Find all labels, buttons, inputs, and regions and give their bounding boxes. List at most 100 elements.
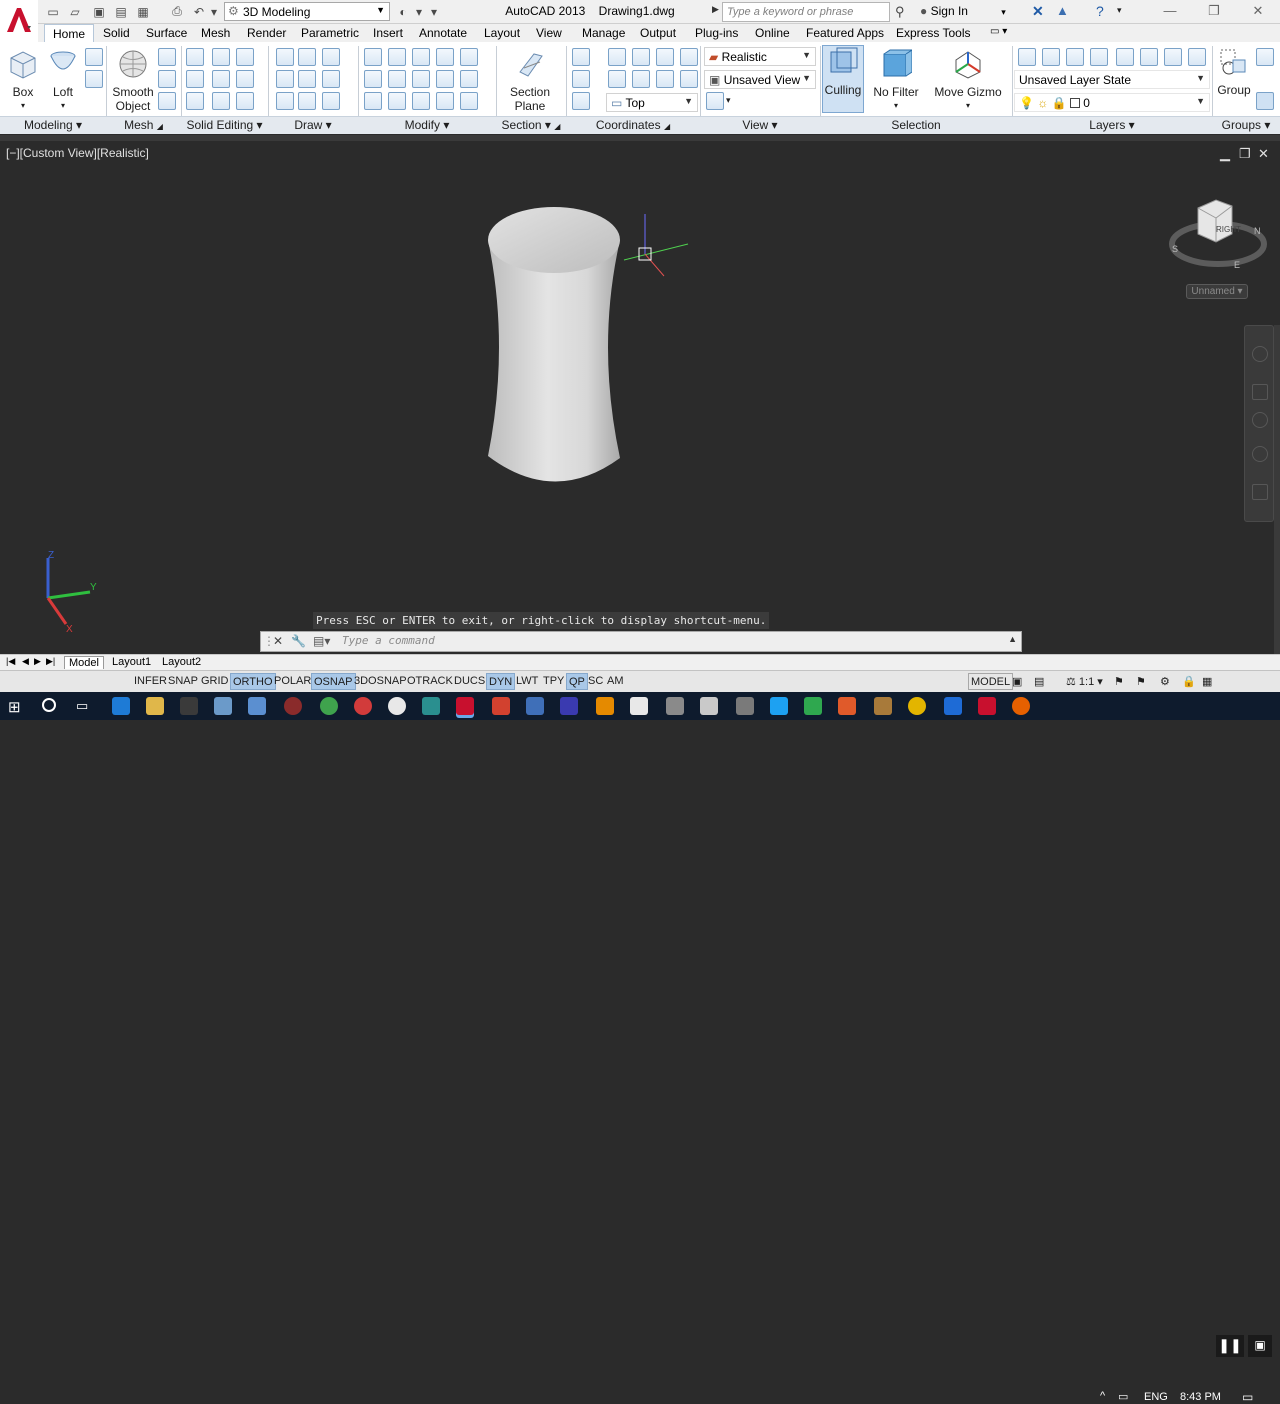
plot-icon[interactable]: ⎙ — [168, 3, 186, 20]
group-selection-icon[interactable] — [1256, 92, 1274, 110]
toggle-osnap[interactable]: OSNAP — [311, 673, 356, 690]
layer-state-select[interactable]: Unsaved Layer State ▼ — [1014, 70, 1210, 89]
zoom-icon[interactable] — [1252, 412, 1268, 428]
loft-button[interactable]: Loft ▾ — [44, 48, 82, 113]
offset-edges-icon[interactable] — [236, 70, 254, 88]
autocad-taskbar-icon[interactable] — [978, 697, 996, 715]
extract-edges-icon[interactable] — [236, 48, 254, 66]
cortana-icon[interactable] — [42, 698, 56, 712]
group-button[interactable]: Group — [1216, 48, 1252, 97]
taskbar-app-icon[interactable] — [248, 697, 266, 715]
tab-parametric[interactable]: Parametric — [301, 24, 359, 42]
smooth-more-icon[interactable] — [158, 48, 176, 66]
orbit-icon[interactable] — [1252, 446, 1268, 462]
scale-icon[interactable] — [436, 70, 454, 88]
ucs-menu[interactable]: Unnamed ▾ — [1186, 284, 1248, 299]
toggle-3dosnap[interactable]: 3DOSNAP — [352, 673, 409, 690]
close-icon[interactable]: ✕ — [1246, 3, 1270, 21]
taskbar-app-icon[interactable] — [526, 697, 544, 715]
quick-view-drawings-icon[interactable]: ▤ — [1032, 673, 1046, 690]
workspace-switching-icon[interactable]: ⚙ — [1158, 673, 1172, 690]
tab-plug-ins[interactable]: Plug-ins — [695, 24, 738, 42]
arc-icon[interactable] — [322, 48, 340, 66]
move-icon[interactable] — [412, 48, 430, 66]
task-view-icon[interactable]: ▭ — [76, 698, 88, 714]
taskbar-app-icon[interactable] — [666, 697, 684, 715]
copy-icon[interactable] — [436, 92, 454, 110]
subtract-icon[interactable] — [186, 70, 204, 88]
viewport-minimize-icon[interactable]: ▁ — [1220, 146, 1230, 162]
restore-icon[interactable]: ❐ — [1202, 3, 1226, 21]
close-icon[interactable]: ✕ — [273, 634, 283, 648]
array-icon[interactable] — [460, 92, 478, 110]
toolbar-lock-icon[interactable]: 🔒 — [1180, 673, 1198, 690]
search-input[interactable]: Type a keyword or phrase — [722, 2, 890, 22]
viewport-config-icon[interactable] — [706, 92, 724, 110]
annotation-scale[interactable]: ⚖ 1:1 ▾ — [1064, 673, 1105, 690]
customize-qat-icon[interactable]: ▾ — [425, 3, 443, 20]
panel-title-coordinates[interactable]: Coordinates ◢ — [566, 118, 700, 132]
save-as-icon[interactable]: ▤ — [112, 3, 130, 20]
panel-title-layers[interactable]: Layers ▾ — [1012, 118, 1212, 132]
steering-wheel-icon[interactable] — [1252, 346, 1268, 362]
trim-icon[interactable] — [460, 48, 478, 66]
auto-scale-icon[interactable]: ⚑ — [1134, 673, 1148, 690]
search-expand-icon[interactable]: ▶ — [712, 4, 719, 15]
ucs-zaxis-icon[interactable] — [680, 70, 698, 88]
clean-screen-icon[interactable]: ▣ — [1248, 1335, 1272, 1357]
toggle-ortho[interactable]: ORTHO — [230, 673, 276, 690]
tab-surface[interactable]: Surface — [146, 24, 187, 42]
panel-title-view[interactable]: View ▾ — [700, 118, 820, 132]
hyperboloid-solid[interactable] — [470, 196, 640, 500]
spline-icon[interactable] — [276, 70, 294, 88]
tab-annotate[interactable]: Annotate — [419, 24, 467, 42]
toggle-polar[interactable]: POLAR — [272, 673, 313, 690]
help-icon[interactable]: ? — [1096, 3, 1104, 19]
tab-insert[interactable]: Insert — [373, 24, 403, 42]
pause-icon[interactable]: ❚❚ — [1216, 1335, 1244, 1357]
toggle-qp[interactable]: QP — [566, 673, 588, 690]
ellipse-icon[interactable] — [322, 92, 340, 110]
windows-start-icon[interactable]: ⊞ — [8, 698, 21, 716]
rotate-icon[interactable] — [412, 70, 430, 88]
toggle-am[interactable]: AM — [605, 673, 626, 690]
last-layout-icon[interactable]: ▶| — [42, 656, 59, 667]
taskbar-app-icon[interactable] — [736, 697, 754, 715]
new-file-icon[interactable]: ▭ — [44, 3, 62, 20]
twitter-icon[interactable] — [770, 697, 788, 715]
showmotion-icon[interactable] — [1252, 484, 1268, 500]
taskbar-app-icon[interactable] — [422, 697, 440, 715]
taskbar-app-icon[interactable] — [320, 697, 338, 715]
taskbar-app-icon[interactable] — [388, 697, 406, 715]
notifications-icon[interactable]: ▭ — [1242, 1390, 1253, 1404]
tab-render[interactable]: Render — [247, 24, 286, 42]
stretch-icon[interactable] — [412, 92, 430, 110]
quick-view-layouts-icon[interactable]: ▣ — [1010, 673, 1024, 690]
ucs-y-icon[interactable] — [656, 48, 674, 66]
culling-button[interactable]: Culling — [822, 45, 864, 113]
line-icon[interactable] — [276, 48, 294, 66]
section-plane-button[interactable]: Section Plane — [504, 48, 556, 113]
layer-properties-icon[interactable] — [1018, 48, 1036, 66]
intersect-icon[interactable] — [186, 92, 204, 110]
layer-isolate-icon[interactable] — [1066, 48, 1084, 66]
3d-array-icon[interactable] — [388, 70, 406, 88]
layer-lock-icon[interactable] — [1140, 48, 1158, 66]
refine-mesh-icon[interactable] — [158, 92, 176, 110]
box-button[interactable]: Box ▾ — [4, 48, 42, 113]
visual-style-select[interactable]: ▰ Realistic ▼ — [704, 47, 816, 66]
autocad-taskbar-icon[interactable] — [456, 697, 474, 715]
annotation-visibility-icon[interactable]: ⚑ — [1112, 673, 1126, 690]
no-filter-button[interactable]: No Filter ▾ — [870, 48, 922, 113]
panel-title-section[interactable]: Section ▾ ◢ — [496, 118, 566, 132]
separate-icon[interactable] — [236, 92, 254, 110]
taskbar-app-icon[interactable] — [354, 697, 372, 715]
slice-icon[interactable] — [212, 48, 230, 66]
construction-line-icon[interactable] — [298, 70, 316, 88]
panel-title-draw[interactable]: Draw ▾ — [268, 118, 358, 132]
stay-connected-icon[interactable]: ▲ — [1056, 3, 1069, 18]
taskbar-app-icon[interactable] — [874, 697, 892, 715]
ucs-object-icon[interactable] — [632, 70, 650, 88]
taskbar-app-icon[interactable] — [596, 697, 614, 715]
3d-rotate-icon[interactable] — [388, 48, 406, 66]
